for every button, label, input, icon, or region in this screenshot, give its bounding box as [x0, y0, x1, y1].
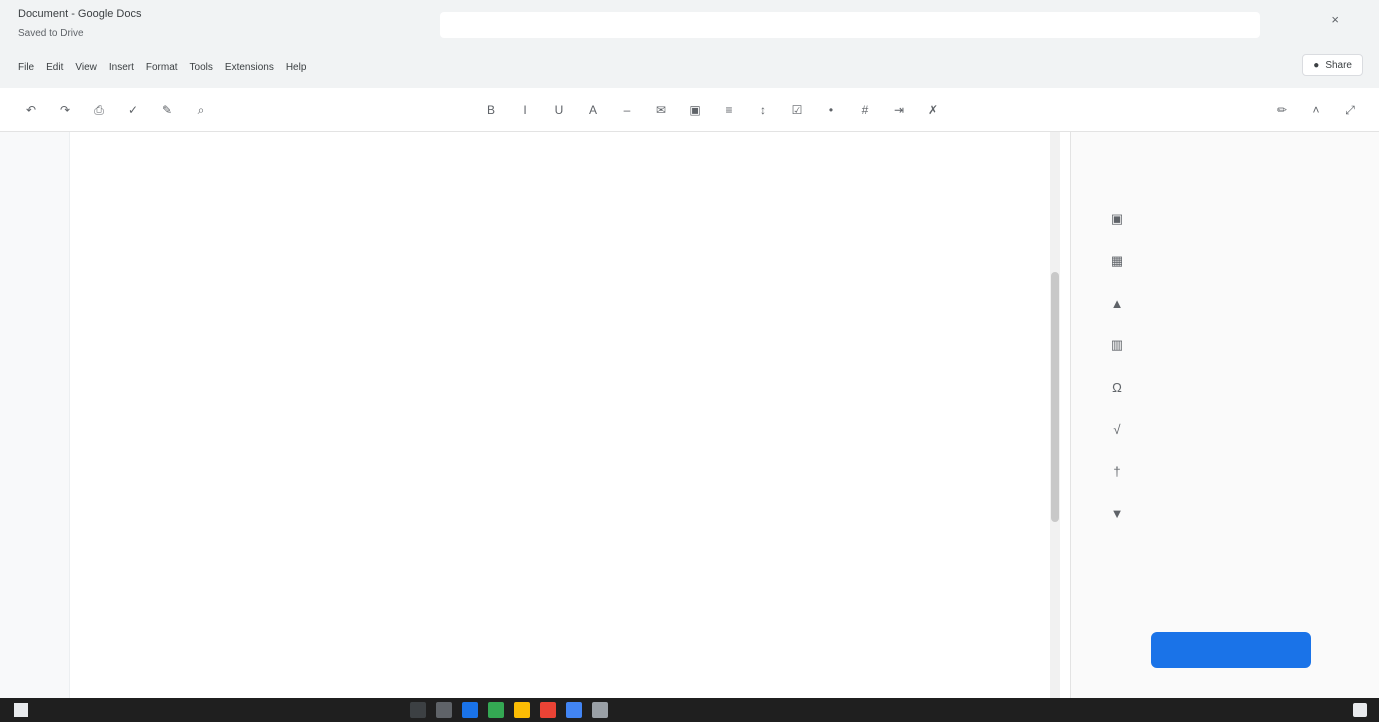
- underline-icon[interactable]: U: [548, 99, 570, 121]
- save-status: Saved to Drive: [18, 28, 84, 39]
- outline-rail: [0, 132, 70, 698]
- toolbar-right-group: ✏ ˄ ⤢: [1271, 99, 1361, 121]
- panel-item[interactable]: ▣: [1109, 198, 1345, 240]
- notification-icon[interactable]: [1353, 703, 1367, 717]
- indent-icon[interactable]: ⇥: [888, 99, 910, 121]
- image-icon[interactable]: ▣: [684, 99, 706, 121]
- document-area: [0, 132, 1060, 698]
- menu-help[interactable]: Help: [286, 62, 307, 73]
- toolbar-format-group: B I U A – ✉ ▣ ≡ ↕ ☑ • # ⇥ ✗: [480, 99, 944, 121]
- drawing-icon: ▲: [1110, 295, 1124, 311]
- chart-icon: ▥: [1110, 337, 1124, 352]
- taskbar-app-icon[interactable]: [540, 702, 556, 718]
- image-icon: ▣: [1110, 211, 1124, 226]
- redo-icon[interactable]: ↷: [54, 99, 76, 121]
- taskbar-app-icon[interactable]: [592, 702, 608, 718]
- taskbar-app-icon[interactable]: [514, 702, 530, 718]
- print-icon[interactable]: ⎙: [88, 99, 110, 121]
- panel-item[interactable]: ▼: [1109, 492, 1345, 534]
- start-icon[interactable]: [14, 703, 28, 717]
- document-page[interactable]: [160, 140, 900, 154]
- menu-bar: File Edit View Insert Format Tools Extensions H…: [18, 62, 306, 73]
- scrollbar-thumb[interactable]: [1051, 272, 1059, 522]
- align-left-icon[interactable]: ≡: [718, 99, 740, 121]
- panel-item[interactable]: √: [1109, 408, 1345, 450]
- bullet-list-icon[interactable]: •: [820, 99, 842, 121]
- panel-item[interactable]: Ω: [1109, 366, 1345, 408]
- clear-format-icon[interactable]: ✗: [922, 99, 944, 121]
- special-characters-icon: Ω: [1112, 379, 1122, 395]
- toolbar-left-group: ↶ ↷ ⎙ ✓ ✎ ⌕: [20, 99, 212, 121]
- panel-list: ▣ ▦ ▲ ▥ Ω √ † ▼: [1109, 198, 1345, 534]
- taskbar-app-icon[interactable]: [462, 702, 478, 718]
- taskbar: [0, 698, 1379, 722]
- italic-icon[interactable]: I: [514, 99, 536, 121]
- title-bar: Document - Google Docs Saved to Drive × …: [0, 0, 1379, 88]
- share-label: Share: [1325, 59, 1352, 71]
- panel-action-button[interactable]: [1151, 632, 1311, 668]
- undo-icon[interactable]: ↶: [20, 99, 42, 121]
- menu-edit[interactable]: Edit: [46, 62, 63, 73]
- zoom-icon[interactable]: ⌕: [190, 99, 212, 121]
- panel-item[interactable]: †: [1109, 450, 1345, 492]
- menu-file[interactable]: File: [18, 62, 34, 73]
- collapse-icon[interactable]: ˄: [1305, 99, 1327, 121]
- numbered-list-icon[interactable]: #: [854, 99, 876, 121]
- comment-icon[interactable]: ✉: [650, 99, 672, 121]
- menu-tools[interactable]: Tools: [190, 62, 213, 73]
- title-field[interactable]: [440, 12, 1260, 38]
- menu-insert[interactable]: Insert: [109, 62, 134, 73]
- menu-format[interactable]: Format: [146, 62, 178, 73]
- bookmark-icon: ▼: [1110, 505, 1124, 521]
- menu-view[interactable]: View: [75, 62, 97, 73]
- equation-icon: √: [1113, 421, 1121, 437]
- document-title[interactable]: Document - Google Docs: [18, 8, 142, 20]
- menu-extensions[interactable]: Extensions: [225, 62, 274, 73]
- panel-item[interactable]: ▥: [1109, 324, 1345, 366]
- taskbar-apps: [410, 702, 608, 718]
- lock-icon: ●: [1313, 59, 1320, 71]
- panel-item[interactable]: ▦: [1109, 240, 1345, 282]
- paint-format-icon[interactable]: ✎: [156, 99, 178, 121]
- side-panel: ▣ ▦ ▲ ▥ Ω √ † ▼: [1070, 132, 1379, 698]
- taskbar-app-icon[interactable]: [436, 702, 452, 718]
- panel-item[interactable]: ▲: [1109, 282, 1345, 324]
- editing-mode-icon[interactable]: ✏: [1271, 99, 1293, 121]
- footnote-icon: †: [1113, 463, 1121, 479]
- close-icon[interactable]: ×: [1331, 12, 1339, 27]
- bold-icon[interactable]: B: [480, 99, 502, 121]
- expand-icon[interactable]: ⤢: [1339, 99, 1361, 121]
- formatting-toolbar: ↶ ↷ ⎙ ✓ ✎ ⌕ B I U A – ✉ ▣ ≡ ↕ ☑ • # ⇥ ✗ ✏ ˄ ⤢: [0, 88, 1379, 132]
- link-icon[interactable]: –: [616, 99, 638, 121]
- line-spacing-icon[interactable]: ↕: [752, 99, 774, 121]
- table-icon: ▦: [1110, 253, 1124, 268]
- taskbar-app-icon[interactable]: [410, 702, 426, 718]
- text-color-icon[interactable]: A: [582, 99, 604, 121]
- document-scrollbar[interactable]: [1050, 132, 1060, 698]
- checklist-icon[interactable]: ☑: [786, 99, 808, 121]
- spellcheck-icon[interactable]: ✓: [122, 99, 144, 121]
- taskbar-app-icon[interactable]: [566, 702, 582, 718]
- share-button[interactable]: ● Share: [1302, 54, 1363, 76]
- taskbar-app-icon[interactable]: [488, 702, 504, 718]
